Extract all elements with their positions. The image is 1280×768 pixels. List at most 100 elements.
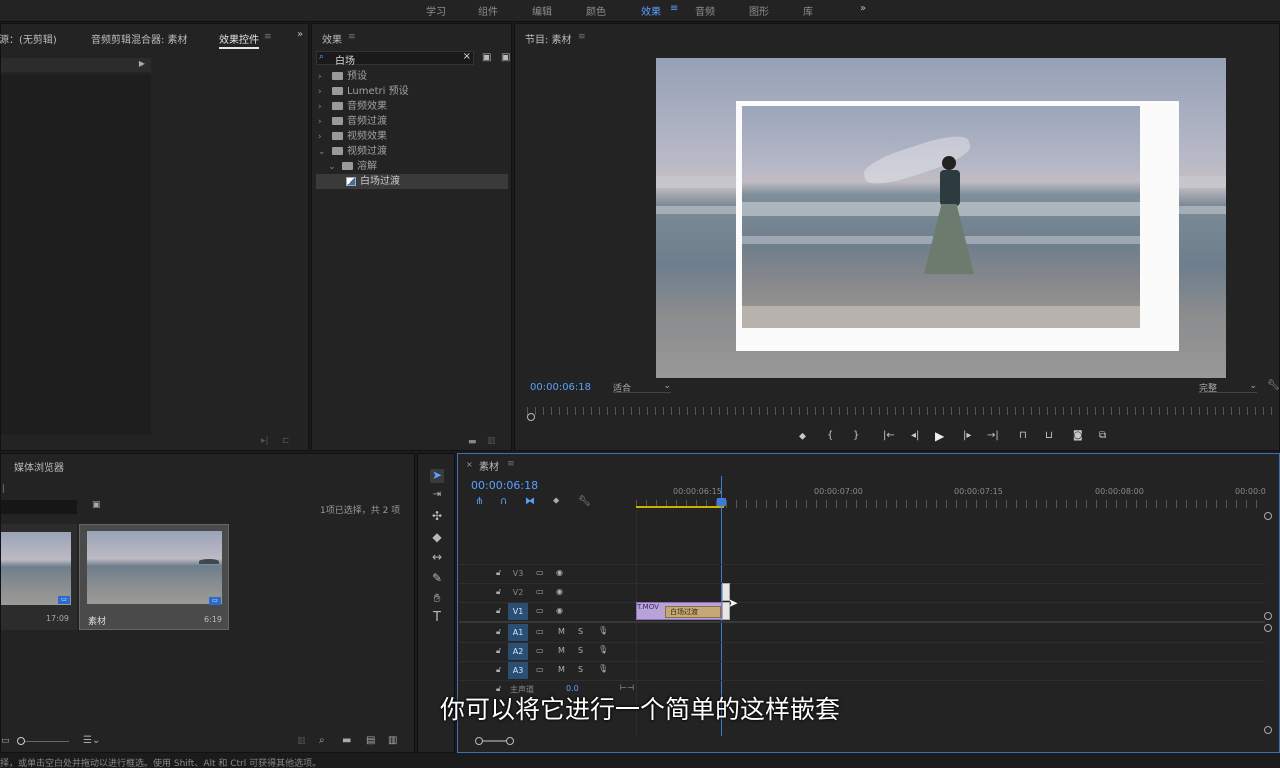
clip-thumbnail-1[interactable]: ▭ 17:09 xyxy=(1,524,77,630)
tree-item-lumetri[interactable]: › Lumetri 预设 xyxy=(318,84,409,99)
playhead-handle[interactable] xyxy=(527,413,535,421)
clear-search-icon[interactable]: × xyxy=(463,51,471,62)
step-forward-icon[interactable]: |▸ xyxy=(963,430,971,441)
zoom-slider[interactable] xyxy=(19,741,69,742)
sync-lock-icon[interactable]: ▭ xyxy=(536,606,544,615)
fit-dropdown[interactable]: 适合 ⌄ xyxy=(613,381,671,394)
tab-audio-clip-mixer[interactable]: 音频剪辑混合器: 素材 xyxy=(91,31,188,46)
mute-button[interactable]: M xyxy=(558,646,565,655)
media-search-input[interactable] xyxy=(1,500,77,514)
track-label[interactable]: V2 xyxy=(510,584,526,601)
timeline-title[interactable]: 素材 xyxy=(479,458,499,473)
add-marker-icon[interactable]: ⬥ xyxy=(553,496,559,506)
sync-lock-icon[interactable]: ▭ xyxy=(536,627,544,636)
vertical-scroll-handle[interactable] xyxy=(1264,624,1272,632)
sort-icon[interactable]: ☰⌄ xyxy=(83,735,100,746)
microphone-icon[interactable]: 🎙︎ xyxy=(598,645,608,654)
vertical-scroll-handle[interactable] xyxy=(1264,612,1272,620)
solo-button[interactable]: S xyxy=(578,646,583,655)
effects-panel-title[interactable]: 效果 xyxy=(322,31,342,46)
lock-icon[interactable]: 🔓︎ xyxy=(496,665,501,675)
zoom-handle-right[interactable] xyxy=(506,737,514,745)
new-bin-icon[interactable]: ▣ xyxy=(482,52,491,63)
eye-icon[interactable]: ◉ xyxy=(556,587,563,596)
nest-icon[interactable]: ⋔ xyxy=(475,496,483,507)
automate-icon[interactable]: ▥ xyxy=(297,736,306,746)
ripple-edit-tool-icon[interactable]: ✣ xyxy=(430,509,444,523)
workspace-graphics[interactable]: 图形 xyxy=(749,3,769,18)
tree-item-audio-transitions[interactable]: › 音频过渡 xyxy=(318,114,387,129)
eye-icon[interactable]: ◉ xyxy=(556,606,563,615)
tree-item-audio-effects[interactable]: › 音频效果 xyxy=(318,99,387,114)
panel-overflow-icon[interactable]: » xyxy=(297,29,303,40)
sync-lock-icon[interactable]: ▭ xyxy=(536,568,544,577)
wrench-icon[interactable]: 🔧︎ xyxy=(1267,380,1280,391)
vertical-scroll-handle[interactable] xyxy=(1264,726,1272,734)
microphone-icon[interactable]: 🎙︎ xyxy=(598,664,608,673)
eye-icon[interactable]: ◉ xyxy=(556,568,563,577)
play-only-icon[interactable]: ▶ xyxy=(139,59,145,68)
selection-tool-icon[interactable]: ➤ xyxy=(430,468,444,482)
new-bin-icon[interactable]: ▣ xyxy=(92,500,101,510)
lock-icon[interactable]: 🔓︎ xyxy=(496,627,501,637)
track-label[interactable]: A3 xyxy=(508,662,528,679)
sync-lock-icon[interactable]: ▭ xyxy=(536,665,544,674)
search-icon[interactable]: ⌕ xyxy=(319,735,325,746)
tab-source[interactable]: 源：(无剪辑) xyxy=(0,31,57,46)
tree-item-video-effects[interactable]: › 视频效果 xyxy=(318,129,387,144)
new-preset-bin-icon[interactable]: ▣ xyxy=(501,52,510,63)
track-label[interactable]: V1 xyxy=(508,603,528,620)
close-tab-icon[interactable]: × xyxy=(466,460,473,469)
lock-icon[interactable]: 🔓︎ xyxy=(496,606,501,616)
comparison-view-icon[interactable]: ⧉ xyxy=(1099,430,1106,441)
tree-item-dissolve[interactable]: ⌄ 溶解 xyxy=(328,159,377,174)
slip-tool-icon[interactable]: ↔ xyxy=(430,550,444,564)
trash-icon[interactable]: ▥ xyxy=(388,735,397,746)
razor-tool-icon[interactable]: ◆ xyxy=(430,530,444,544)
quality-dropdown[interactable]: 完整 ⌄ xyxy=(1199,381,1257,394)
workspace-editing[interactable]: 编辑 xyxy=(532,3,552,18)
new-item-icon[interactable]: ▤ xyxy=(366,735,375,746)
sync-lock-icon[interactable]: ▭ xyxy=(536,587,544,596)
track-label[interactable]: V3 xyxy=(510,565,526,582)
track-select-tool-icon[interactable]: ⇥ xyxy=(430,488,444,502)
effects-search-field[interactable]: ⌕ 白场 × xyxy=(316,51,474,67)
workspace-color[interactable]: 颜色 xyxy=(586,3,606,18)
panel-menu-icon[interactable]: ≡ xyxy=(348,32,356,42)
timeline-clip[interactable]: T.MOV 白场过渡 xyxy=(636,602,722,620)
marker-icon[interactable]: ⬥ xyxy=(799,431,806,442)
tree-item-video-transitions[interactable]: ⌄ 视频过渡 xyxy=(318,144,387,159)
delete-icon[interactable]: ▥ xyxy=(487,436,496,446)
mark-in-icon[interactable]: { xyxy=(827,430,833,441)
timeline-timecode[interactable]: 00:00:06:18 xyxy=(471,479,538,492)
program-timecode[interactable]: 00:00:06:18 xyxy=(530,382,591,393)
mark-out-icon[interactable]: } xyxy=(853,430,859,441)
snap-icon[interactable]: ∩ xyxy=(500,496,507,507)
workspace-menu-icon[interactable]: ≡ xyxy=(670,3,678,14)
timeline-ruler[interactable] xyxy=(636,500,1266,508)
mute-button[interactable]: M xyxy=(558,665,565,674)
solo-button[interactable]: S xyxy=(578,627,583,636)
panel-menu-icon[interactable]: ≡ xyxy=(507,459,515,469)
extract-icon[interactable]: ⊔ xyxy=(1045,430,1053,441)
pen-tool-icon[interactable]: ✎ xyxy=(430,571,444,585)
sync-lock-icon[interactable]: ▭ xyxy=(536,646,544,655)
more-workspaces-icon[interactable]: » xyxy=(860,3,866,14)
clip-thumbnail-2[interactable]: ▭ 素材 6:19 xyxy=(79,524,229,630)
transition-block[interactable]: 白场过渡 xyxy=(665,606,721,618)
workspace-libraries[interactable]: 库 xyxy=(803,3,813,18)
workspace-effects[interactable]: 效果 xyxy=(641,3,661,18)
zoom-handle-left[interactable] xyxy=(475,737,483,745)
panel-menu-icon[interactable]: ≡ xyxy=(264,32,272,42)
linked-selection-icon[interactable]: ⧓ xyxy=(525,496,535,507)
go-to-in-icon[interactable]: |← xyxy=(883,430,895,441)
step-back-icon[interactable]: ◂| xyxy=(911,430,919,441)
workspace-audio[interactable]: 音频 xyxy=(695,3,715,18)
work-area-bar[interactable] xyxy=(636,506,724,508)
mute-button[interactable]: M xyxy=(558,627,565,636)
tab-effect-controls[interactable]: 效果控件 xyxy=(219,31,259,49)
effects-search-input[interactable]: 白场 xyxy=(335,52,355,67)
monitor-ruler[interactable] xyxy=(527,407,1273,415)
go-to-out-icon[interactable]: →| xyxy=(987,430,999,441)
tree-item-dip-to-white[interactable]: 白场过渡 xyxy=(316,174,508,189)
